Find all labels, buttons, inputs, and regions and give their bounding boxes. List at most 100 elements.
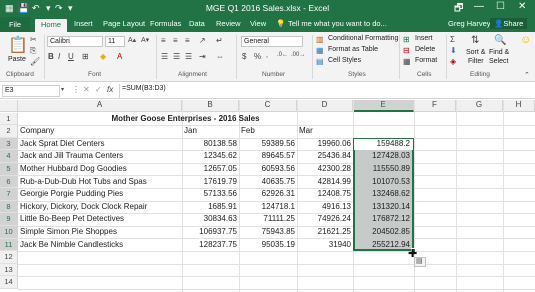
enter-check-icon[interactable]: ✓ (95, 85, 102, 94)
cell-jan[interactable]: 80138.58 (182, 138, 239, 151)
orientation-icon[interactable]: ↗ (199, 36, 206, 45)
column-header-a[interactable]: A (18, 100, 182, 112)
cell-feb[interactable]: 75943.85 (239, 226, 297, 239)
column-header-h[interactable]: H (503, 100, 535, 112)
cell-mar[interactable]: 42300.28 (297, 163, 353, 176)
cell-feb[interactable]: 95035.19 (239, 239, 297, 252)
copy-icon[interactable]: ⎘ (30, 46, 36, 56)
cell-feb[interactable]: 62926.31 (239, 188, 297, 201)
cell-company[interactable]: Little Bo-Beep Pet Detectives (18, 213, 182, 226)
header-company[interactable]: Company (18, 125, 182, 138)
clear-icon[interactable]: ◈ (450, 57, 456, 66)
cell-jan[interactable]: 30834.63 (182, 213, 239, 226)
formula-input[interactable]: =SUM(B3:D3) (119, 84, 533, 98)
autosum-icon[interactable]: Σ (450, 35, 455, 44)
row-header-6[interactable]: 6 (0, 175, 18, 189)
tab-review[interactable]: Review (216, 19, 241, 28)
row-header-8[interactable]: 8 (0, 200, 18, 214)
cell-company[interactable]: Rub-a-Dub-Dub Hot Tubs and Spas (18, 176, 182, 189)
cell-company[interactable]: Jack and Jill Trauma Centers (18, 150, 182, 163)
tab-file[interactable]: File (0, 17, 30, 32)
cancel-entry-icon[interactable]: ✕ (83, 85, 90, 94)
cell-company[interactable]: Jack Sprat Diet Centers (18, 138, 182, 151)
cut-icon[interactable]: ✂ (30, 35, 37, 44)
tab-home[interactable]: Home (35, 19, 68, 32)
align-left-icon[interactable]: ☰ (161, 52, 168, 61)
maximize-icon[interactable]: ☐ (496, 1, 505, 12)
column-header-d[interactable]: D (297, 100, 353, 112)
cell-jan[interactable]: 12345.62 (182, 150, 239, 163)
cell-feb[interactable]: 59389.56 (239, 138, 297, 151)
grow-font-icon[interactable]: A▴ (128, 36, 136, 44)
shrink-font-icon[interactable]: A▾ (141, 36, 149, 44)
header-jan[interactable]: Jan (182, 125, 239, 138)
cell-total[interactable]: 131320.14 (353, 201, 414, 214)
percent-style-icon[interactable]: % (254, 52, 261, 61)
cell-mar[interactable]: 4916.13 (297, 201, 353, 214)
cell-total[interactable]: 115550.89 (353, 163, 414, 176)
tab-view[interactable]: View (250, 19, 266, 28)
cell-mar[interactable]: 31940 (297, 239, 353, 252)
header-feb[interactable]: Feb (239, 125, 297, 138)
comma-style-icon[interactable]: , (266, 52, 268, 59)
find-select-label-2[interactable]: Select (489, 58, 508, 65)
find-select-label-1[interactable]: Find & (489, 49, 509, 56)
font-size-select[interactable]: 11 (105, 36, 125, 47)
tell-me-box[interactable]: Tell me what you want to do... (288, 19, 387, 28)
cell-mar[interactable]: 12408.75 (297, 188, 353, 201)
align-right-icon[interactable]: ☰ (185, 52, 192, 61)
cell-company[interactable]: Hickory, Dickory, Dock Clock Repair (18, 201, 182, 214)
tab-data[interactable]: Data (189, 19, 205, 28)
center-icon[interactable]: ☰ (173, 52, 180, 61)
top-align-icon[interactable]: ≡ (161, 36, 166, 45)
cell-styles-button[interactable]: Cell Styles (328, 57, 361, 64)
sort-filter-label-1[interactable]: Sort & (466, 49, 485, 56)
share-button[interactable]: 👤Share (490, 18, 528, 29)
sheet-title[interactable]: Mother Goose Enterprises - 2016 Sales (18, 113, 353, 126)
insert-cells-button[interactable]: Insert (415, 35, 433, 42)
collapse-ribbon-icon[interactable]: ⌃ (524, 71, 530, 79)
column-header-f[interactable]: F (414, 100, 456, 112)
bottom-align-icon[interactable]: ≡ (185, 36, 190, 45)
cell-company[interactable]: Simple Simon Pie Shoppes (18, 226, 182, 239)
row-header-11[interactable]: 11 (0, 238, 18, 252)
cell-total[interactable]: 101070.53 (353, 176, 414, 189)
cell-total[interactable]: 255212.94 (353, 239, 414, 252)
ribbon-display-options-icon[interactable]: 🗗 (454, 1, 463, 18)
column-header-c[interactable]: C (239, 100, 297, 112)
row-header-4[interactable]: 4 (0, 150, 18, 163)
delete-cells-button[interactable]: Delete (415, 46, 435, 53)
cell-mar[interactable]: 74926.24 (297, 213, 353, 226)
header-mar[interactable]: Mar (297, 125, 353, 138)
cell-company[interactable]: Georgie Porgie Pudding Pies (18, 188, 182, 201)
increase-decimal-icon[interactable]: .0← (277, 52, 288, 58)
row-header-1[interactable]: 1 (0, 112, 18, 126)
format-as-table-button[interactable]: Format as Table (328, 46, 378, 53)
tab-insert[interactable]: Insert (74, 19, 93, 28)
number-format-select[interactable]: General (241, 36, 303, 47)
cell-jan[interactable]: 17619.79 (182, 176, 239, 189)
cell-company[interactable]: Jack Be Nimble Candlesticks (18, 239, 182, 252)
cell-total[interactable]: 127428.03 (353, 150, 414, 163)
column-header-b[interactable]: B (182, 100, 239, 112)
worksheet-grid[interactable]: A B C D E F G H 1 2 3 4 5 6 7 8 9 10 11 … (0, 100, 535, 292)
column-header-e[interactable]: E (353, 100, 414, 112)
conditional-formatting-button[interactable]: Conditional Formatting (328, 35, 398, 42)
fill-color-icon[interactable]: ◆ (100, 52, 106, 61)
cell-total[interactable]: 204502.85 (353, 226, 414, 239)
row-header-5[interactable]: 5 (0, 163, 18, 176)
cell-jan[interactable]: 106937.75 (182, 226, 239, 239)
row-header-9[interactable]: 9 (0, 213, 18, 226)
cell-total[interactable]: 132468.62 (353, 188, 414, 201)
cell-jan[interactable]: 57133.56 (182, 188, 239, 201)
cell-mar[interactable]: 19960.06 (297, 138, 353, 151)
italic-icon[interactable]: I (58, 52, 60, 61)
cell-feb[interactable]: 60593.56 (239, 163, 297, 176)
cell-jan[interactable]: 1685.91 (182, 201, 239, 214)
cell-company[interactable]: Mother Hubbard Dog Goodies (18, 163, 182, 176)
row-header-10[interactable]: 10 (0, 226, 18, 239)
wrap-text-icon[interactable]: ↵ (216, 36, 223, 45)
cell-mar[interactable]: 25436.84 (297, 150, 353, 163)
row-header-13[interactable]: 13 (0, 263, 18, 277)
cell-mar[interactable]: 42814.99 (297, 176, 353, 189)
